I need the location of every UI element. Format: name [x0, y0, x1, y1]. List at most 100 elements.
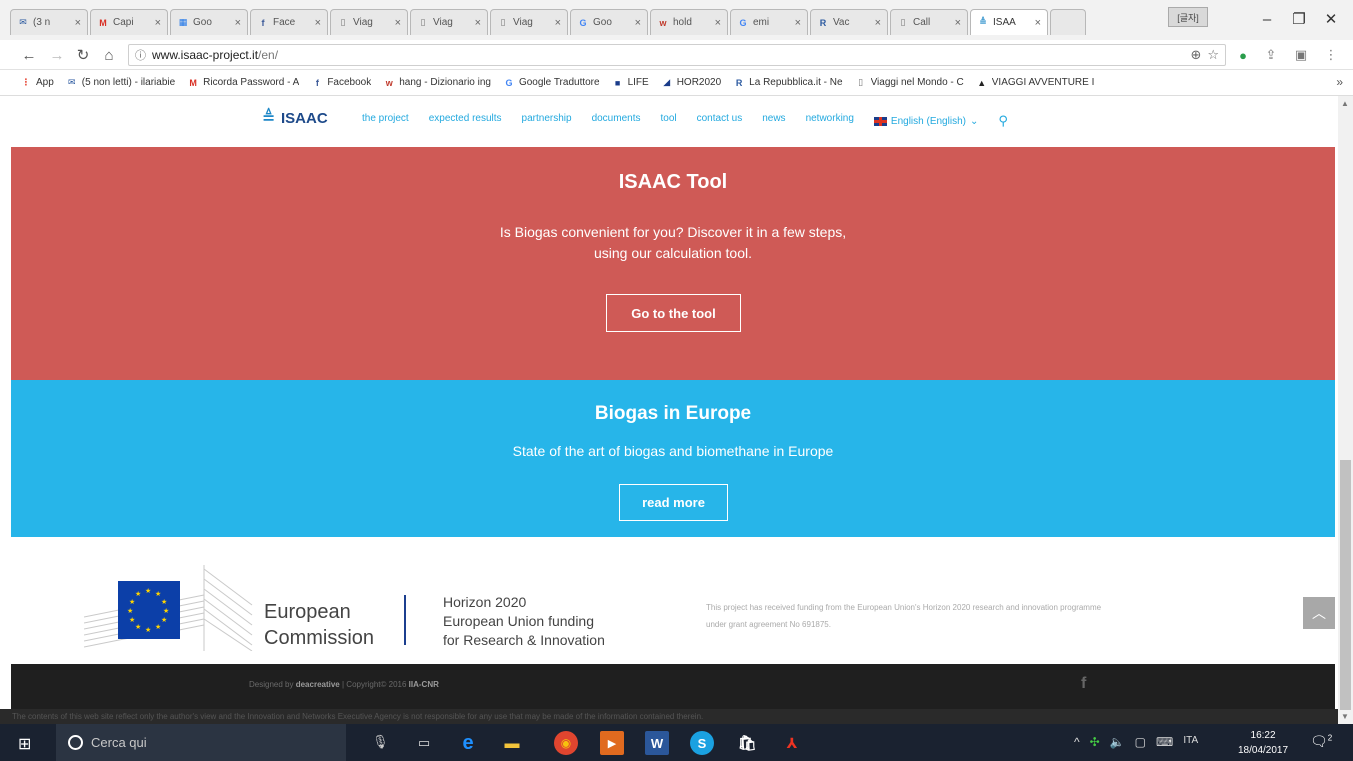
bookmark-star-icon[interactable]: ☆	[1207, 47, 1219, 63]
close-tab-icon[interactable]: ×	[875, 17, 881, 29]
nav-item-tool[interactable]: tool	[660, 113, 676, 129]
acrobat-icon[interactable]: ⅄	[780, 731, 804, 755]
nav-item-partnership[interactable]: partnership	[522, 113, 572, 129]
close-tab-icon[interactable]: ×	[635, 17, 641, 29]
close-tab-icon[interactable]: ×	[235, 17, 241, 29]
nav-item-expected-results[interactable]: expected results	[429, 113, 502, 129]
scroll-up-icon[interactable]: ▲	[1341, 99, 1349, 108]
browser-tab[interactable]: ▯ Viag ×	[410, 9, 488, 35]
extension-icon[interactable]: ●	[1234, 46, 1252, 64]
bookmark-item[interactable]: w hang - Dizionario ing	[383, 77, 491, 89]
home-icon[interactable]: ⌂	[98, 45, 120, 65]
browser-tab[interactable]: ≜ ISAA ×	[970, 9, 1048, 35]
extension-box-icon[interactable]: ▣	[1292, 46, 1310, 64]
close-window-button[interactable]: ✕	[1316, 8, 1346, 30]
maximize-button[interactable]: ❐	[1284, 8, 1314, 30]
designer-link[interactable]: deacreative	[296, 680, 340, 689]
nav-item-networking[interactable]: networking	[806, 113, 854, 129]
scroll-to-top-button[interactable]: ︿	[1303, 597, 1335, 629]
clock[interactable]: 16:22 18/04/2017	[1238, 728, 1288, 758]
search-icon[interactable]: ⚲	[998, 113, 1008, 129]
browser-tab[interactable]: G Goo ×	[570, 9, 648, 35]
browser-tab[interactable]: ▯ Viag ×	[490, 9, 568, 35]
task-view-icon[interactable]: ▭	[412, 731, 436, 755]
app-orange-icon[interactable]: ▶	[600, 731, 624, 755]
page-scrollbar[interactable]: ▲ ▼	[1338, 96, 1353, 724]
menu-dots-icon[interactable]: ⋮	[1322, 46, 1340, 64]
bookmark-item[interactable]: ■ LIFE	[612, 77, 649, 89]
scroll-down-icon[interactable]: ▼	[1341, 712, 1349, 721]
extension-puzzle-icon[interactable]: ⇪	[1262, 46, 1280, 64]
file-explorer-icon[interactable]: ▬	[500, 731, 524, 755]
store-icon[interactable]: 🛍	[735, 731, 759, 755]
read-more-button[interactable]: read more	[619, 484, 728, 521]
calendar-icon: ▦	[178, 17, 188, 27]
more-bookmarks-icon[interactable]: »	[1336, 75, 1343, 89]
bookmark-label: HOR2020	[676, 77, 722, 88]
bookmark-item[interactable]: R La Repubblica.it - Ne	[733, 77, 843, 89]
bookmark-item[interactable]: ▲ VIAGGI AVVENTURE I	[976, 77, 1094, 89]
zoom-icon[interactable]: ⊕	[1190, 47, 1201, 63]
browser-tab[interactable]: ▦ Goo ×	[170, 9, 248, 35]
word-icon[interactable]: W	[645, 731, 669, 755]
microphone-icon[interactable]: 🎙	[372, 734, 389, 750]
chrome-icon[interactable]: ◉	[554, 731, 578, 755]
browser-tab[interactable]: M Capi ×	[90, 9, 168, 35]
facebook-icon[interactable]: f	[1081, 675, 1086, 693]
skype-icon[interactable]: S	[690, 731, 714, 755]
nav-item-contact-us[interactable]: contact us	[697, 113, 743, 129]
nav-item-documents[interactable]: documents	[592, 113, 641, 129]
close-tab-icon[interactable]: ×	[395, 17, 401, 29]
browser-tab[interactable]: ✉ (3 n ×	[10, 9, 88, 35]
close-tab-icon[interactable]: ×	[715, 17, 721, 29]
browser-tab[interactable]: f Face ×	[250, 9, 328, 35]
edge-icon[interactable]: e	[456, 731, 480, 755]
profile-button[interactable]: [글자]	[1168, 7, 1208, 27]
site-logo[interactable]: ≜ ISAAC	[262, 108, 328, 128]
address-bar[interactable]: ⓘ www.isaac-project.it/en/ ⊕ ☆	[128, 44, 1226, 66]
close-tab-icon[interactable]: ×	[315, 17, 321, 29]
go-to-tool-button[interactable]: Go to the tool	[606, 294, 741, 332]
browser-tab[interactable]: w hold ×	[650, 9, 728, 35]
biogas-section-title: Biogas in Europe	[594, 403, 752, 424]
close-tab-icon[interactable]: ×	[555, 17, 561, 29]
forward-arrow-icon[interactable]: →	[46, 45, 68, 65]
site-logo-text: ISAAC	[281, 109, 328, 127]
nav-item-news[interactable]: news	[762, 113, 785, 129]
notifications-icon[interactable]: 🗨2	[1310, 733, 1332, 750]
browser-tab[interactable]: ▯ Call ×	[890, 9, 968, 35]
bookmark-item[interactable]: ▯ Viaggi nel Mondo - C	[855, 77, 964, 89]
bookmark-item[interactable]: G Google Traduttore	[503, 77, 599, 89]
scrollbar-thumb[interactable]	[1340, 460, 1351, 710]
language-selector[interactable]: English (English) ⌄	[873, 113, 978, 129]
browser-tab[interactable]: R Vac ×	[810, 9, 888, 35]
browser-tab[interactable]: ▯ Viag ×	[330, 9, 408, 35]
new-tab-button[interactable]	[1050, 9, 1086, 35]
bookmark-item[interactable]: ✉ (5 non letti) - ilariabie	[66, 77, 175, 89]
close-tab-icon[interactable]: ×	[475, 17, 481, 29]
close-tab-icon[interactable]: ×	[75, 17, 81, 29]
volume-icon[interactable]: 🔈	[1110, 735, 1125, 749]
bookmark-item[interactable]: f Facebook	[311, 77, 371, 89]
message-icon[interactable]: ▢	[1135, 735, 1146, 749]
language-indicator[interactable]: ITA	[1183, 735, 1198, 749]
bookmark-item[interactable]: ⋮ App	[20, 77, 54, 89]
page-icon: ▯	[340, 17, 346, 27]
taskbar-search[interactable]: Cerca qui	[56, 724, 346, 761]
close-tab-icon[interactable]: ×	[155, 17, 161, 29]
info-icon[interactable]: ⓘ	[135, 47, 146, 63]
browser-tab[interactable]: Gemi ×	[730, 9, 808, 35]
network-icon[interactable]: ✣	[1090, 735, 1100, 749]
keyboard-icon[interactable]: ⌨	[1156, 735, 1173, 749]
close-tab-icon[interactable]: ×	[1035, 17, 1041, 29]
bookmark-item[interactable]: ◢ HOR2020	[661, 77, 721, 89]
back-arrow-icon[interactable]: ←	[18, 45, 40, 65]
reload-icon[interactable]: ↻	[72, 45, 94, 65]
nav-item-the-project[interactable]: the project	[362, 113, 409, 129]
bookmark-item[interactable]: M Ricorda Password - A	[187, 77, 299, 89]
close-tab-icon[interactable]: ×	[795, 17, 801, 29]
windows-start-icon[interactable]: ⊞	[18, 734, 31, 754]
close-tab-icon[interactable]: ×	[955, 17, 961, 29]
tray-expand-icon[interactable]: ^	[1074, 735, 1080, 749]
minimize-button[interactable]: –	[1252, 8, 1282, 30]
